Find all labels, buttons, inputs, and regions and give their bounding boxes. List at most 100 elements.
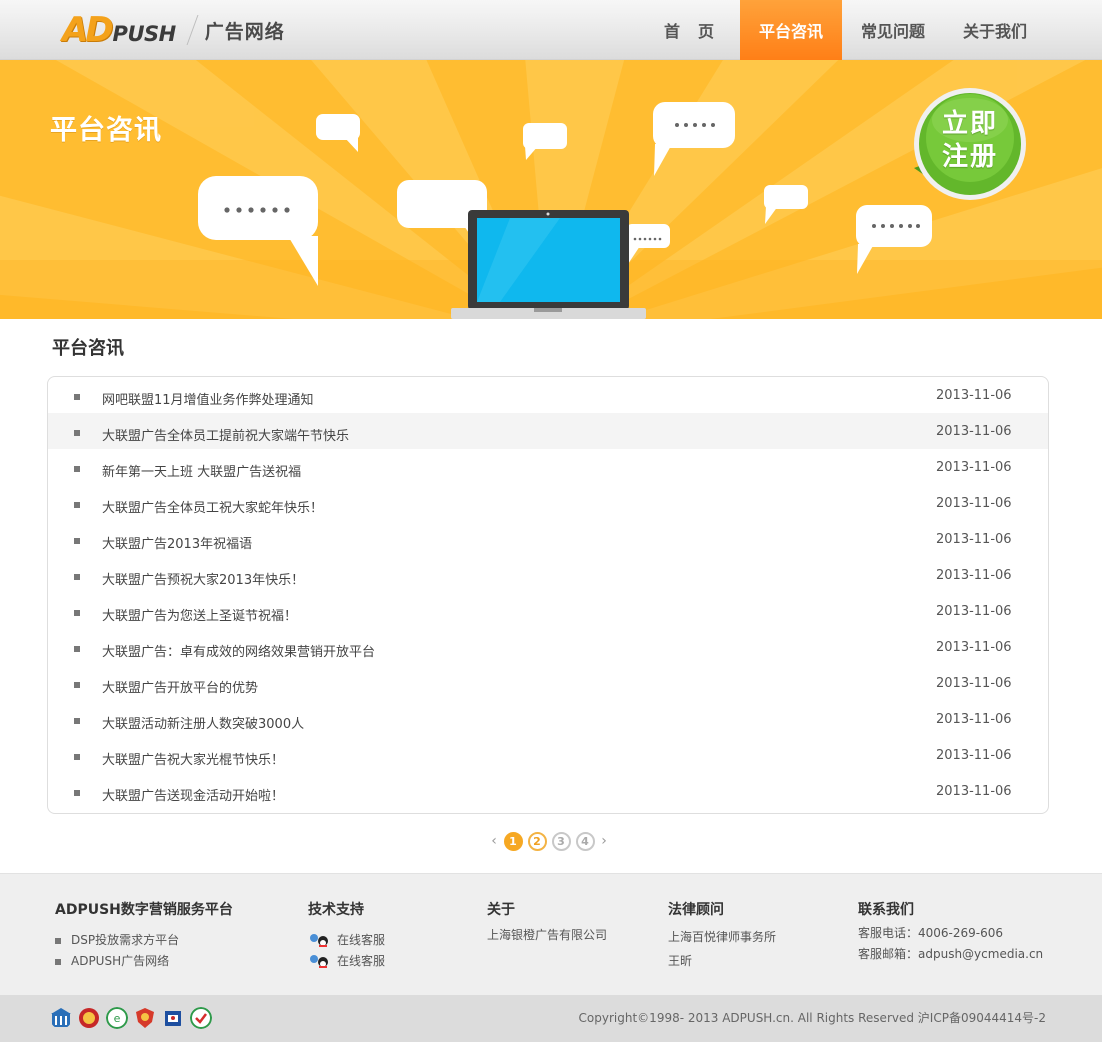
security-check-icon[interactable]	[190, 1007, 212, 1029]
footer-link-adpush-label: ADPUSH广告网络	[71, 954, 170, 968]
news-title-link[interactable]: 大联盟广告为您送上圣诞节祝福！	[102, 605, 297, 624]
copyright-text: Copyright©1998- 2013 ADPUSH.cn. All Righ…	[578, 1011, 1046, 1025]
bullet-icon	[74, 610, 80, 616]
news-date: 2013-11-06	[936, 460, 1012, 475]
news-title-link[interactable]: 大联盟广告：卓有成效的网络效果营销开放平台	[102, 641, 375, 660]
footer-online-service-2[interactable]: 在线客服	[308, 951, 385, 972]
nav-faq[interactable]: 常见问题	[842, 0, 944, 60]
news-date: 2013-11-06	[936, 640, 1012, 655]
bottom-bar: e Copyright©1998- 2013 ADPUSH.cn. All Ri…	[0, 995, 1102, 1042]
bullet-icon	[55, 937, 61, 944]
news-title-link[interactable]: 大联盟广告送现金活动开始啦！	[102, 785, 284, 804]
bullet-icon	[74, 502, 80, 508]
footer-col-about-title: 关于	[487, 902, 515, 918]
nav-news[interactable]: 平台咨讯	[740, 0, 842, 60]
register-button-label[interactable]: 立即 注册	[920, 108, 1020, 174]
bullet-icon	[74, 682, 80, 688]
news-date: 2013-11-06	[936, 424, 1012, 439]
bullet-icon	[55, 958, 61, 965]
news-row[interactable]: 新年第一天上班 大联盟广告送祝福 2013-11-06	[48, 449, 1048, 485]
footer-col-legal: 法律顾问 上海百悦律师事务所 王昕	[668, 899, 776, 973]
nav-home-label: 首页	[663, 22, 732, 41]
bullet-icon	[74, 466, 80, 472]
pagination-page-4[interactable]: 4	[575, 831, 595, 851]
certification-badges: e	[50, 1007, 212, 1029]
news-title-link[interactable]: 大联盟广告2013年祝福语	[102, 533, 252, 552]
qq-chat-icon	[310, 933, 328, 947]
page: { "header": { "logo_ad": "AD", "logo_pus…	[0, 0, 1102, 1042]
government-building-icon[interactable]	[50, 1007, 72, 1029]
pagination-page-1[interactable]: 1	[503, 831, 523, 851]
footer-online-service-1[interactable]: 在线客服	[308, 930, 385, 951]
cyber-police-icon[interactable]	[162, 1007, 184, 1029]
nav-home[interactable]: 首页	[638, 0, 740, 60]
nav-about-label: 关于我们	[962, 22, 1027, 41]
pagination-page-2[interactable]: 2	[527, 831, 547, 851]
news-row[interactable]: 大联盟广告2013年祝福语 2013-11-06	[48, 521, 1048, 557]
news-title-link[interactable]: 大联盟活动新注册人数突破3000人	[102, 713, 304, 732]
footer-col-platform: ADPUSH数字营销服务平台 DSP投放需求方平台 ADPUSH广告网络	[55, 899, 233, 972]
footer-col-platform-title: ADPUSH数字营销服务平台	[55, 902, 233, 918]
footer-phone: 客服电话：4006-269-606	[858, 926, 1004, 940]
footer-online-service-2-label: 在线客服	[337, 954, 386, 968]
news-row[interactable]: 大联盟广告送现金活动开始啦！ 2013-11-06	[48, 773, 1048, 809]
trust-seal-icon[interactable]: e	[106, 1007, 128, 1029]
footer-email: 客服邮箱：adpush@ycmedia.cn	[858, 947, 1044, 961]
police-emblem-icon[interactable]	[78, 1007, 100, 1029]
news-list: 网吧联盟11月增值业务作弊处理通知 2013-11-06 大联盟广告全体员工提前祝大…	[47, 376, 1049, 814]
news-title-link[interactable]: 网吧联盟11月增值业务作弊处理通知	[102, 389, 314, 408]
adpush-logo[interactable]: AD PUSH 广告网络	[62, 10, 285, 50]
news-title-link[interactable]: 大联盟广告预祝大家2013年快乐！	[102, 569, 304, 588]
news-row[interactable]: 大联盟广告：卓有成效的网络效果营销开放平台 2013-11-06	[48, 629, 1048, 665]
news-row[interactable]: 网吧联盟11月增值业务作弊处理通知 2013-11-06	[48, 377, 1048, 413]
pagination-page-3[interactable]: 3	[551, 831, 571, 851]
news-date: 2013-11-06	[936, 568, 1012, 583]
shield-icon[interactable]	[134, 1007, 156, 1029]
bullet-icon	[74, 718, 80, 724]
news-row[interactable]: 大联盟广告全体员工提前祝大家端午节快乐 2013-11-06	[48, 413, 1048, 449]
news-row[interactable]: 大联盟广告全体员工祝大家蛇年快乐！ 2013-11-06	[48, 485, 1048, 521]
footer-col-support-title: 技术支持	[308, 902, 364, 918]
footer-col-about: 关于 上海银橙广告有限公司	[487, 899, 607, 946]
news-title-link[interactable]: 大联盟广告全体员工提前祝大家端午节快乐	[102, 425, 349, 444]
news-row[interactable]: 大联盟广告祝大家光棍节快乐！ 2013-11-06	[48, 737, 1048, 773]
news-title-link[interactable]: 大联盟广告开放平台的优势	[102, 677, 258, 696]
laptop-icon	[451, 210, 646, 319]
footer-col-support: 技术支持 在线客服 在线客服	[308, 899, 385, 972]
news-title-link[interactable]: 大联盟广告祝大家光棍节快乐！	[102, 749, 284, 768]
news-date: 2013-11-06	[936, 784, 1012, 799]
footer-lawfirm: 上海百悦律师事务所	[668, 929, 777, 944]
pagination-next-icon[interactable]: ›	[597, 831, 611, 851]
footer-lawyer: 王昕	[668, 953, 693, 968]
footer-link-dsp[interactable]: DSP投放需求方平台	[55, 930, 233, 951]
news-title-link[interactable]: 大联盟广告全体员工祝大家蛇年快乐！	[102, 497, 323, 516]
main-nav: 首页 平台咨讯 常见问题 关于我们	[638, 0, 1046, 60]
footer-link-adpush[interactable]: ADPUSH广告网络	[55, 951, 233, 972]
news-date: 2013-11-06	[936, 712, 1012, 727]
news-row[interactable]: 大联盟活动新注册人数突破3000人 2013-11-06	[48, 701, 1048, 737]
footer-col-contact: 联系我们 客服电话：4006-269-606 客服邮箱：adpush@ycmed…	[858, 899, 1043, 965]
footer-col-legal-title: 法律顾问	[668, 902, 724, 918]
qq-chat-icon	[310, 954, 328, 968]
news-title-link[interactable]: 新年第一天上班 大联盟广告送祝福	[102, 461, 301, 480]
news-row[interactable]: 大联盟广告开放平台的优势 2013-11-06	[48, 665, 1048, 701]
logo-subtitle: 广告网络	[204, 20, 285, 43]
register-line-1: 立即	[941, 109, 998, 139]
news-row[interactable]: 大联盟广告为您送上圣诞节祝福！ 2013-11-06	[48, 593, 1048, 629]
footer-col-contact-title: 联系我们	[858, 902, 914, 918]
nav-faq-label: 常见问题	[860, 22, 925, 41]
logo-ad-text: AD	[62, 10, 114, 50]
news-row[interactable]: 大联盟广告预祝大家2013年快乐！ 2013-11-06	[48, 557, 1048, 593]
nav-news-label: 平台咨讯	[758, 22, 823, 41]
bullet-icon	[74, 538, 80, 544]
news-date: 2013-11-06	[936, 388, 1012, 403]
pagination-prev-icon[interactable]: ‹	[487, 831, 501, 851]
footer-company: 上海银橙广告有限公司	[487, 928, 608, 942]
news-date: 2013-11-06	[936, 748, 1012, 763]
section-title: 平台咨讯	[52, 338, 124, 359]
nav-about[interactable]: 关于我们	[944, 0, 1046, 60]
register-line-2: 注册	[941, 142, 998, 172]
hero-banner: 平台咨讯 立即 注册	[0, 60, 1102, 319]
footer-online-service-1-label: 在线客服	[337, 933, 386, 947]
bullet-icon	[74, 394, 80, 400]
